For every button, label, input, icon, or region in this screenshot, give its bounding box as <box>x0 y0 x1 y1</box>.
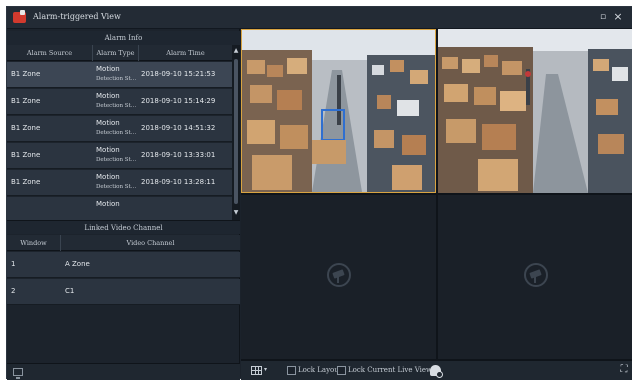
no-camera-icon <box>327 263 351 287</box>
grid-layout-icon[interactable] <box>251 366 262 375</box>
alarm-table-header: Alarm Source Alarm Type Alarm Time <box>7 45 232 61</box>
lock-layout-checkbox[interactable] <box>287 366 296 375</box>
column-alarm-time[interactable]: Alarm Time <box>139 45 232 61</box>
alarm-row[interactable]: Motion <box>7 197 232 220</box>
maximize-icon[interactable]: ▫ <box>598 12 608 22</box>
bottom-toolbar: ▾ Lock Layout Lock Current Live View ⛶ <box>241 360 632 380</box>
alarm-type: Motion <box>96 119 120 127</box>
alarm-list: B1 Zone Motion Detection St… 2018-09-10 15:… <box>7 62 232 220</box>
linked-row[interactable]: 2 C1 <box>7 279 240 305</box>
alarm-type-detail: Detection St… <box>96 103 137 109</box>
alarm-type: Motion <box>96 146 120 154</box>
scroll-down-icon[interactable]: ▼ <box>232 209 240 217</box>
app-logo-icon <box>13 10 26 23</box>
alarm-time: 2018-09-10 13:28:11 <box>141 178 216 186</box>
alarm-row[interactable]: B1 Zone Motion Detection St… 2018-09-10 15:… <box>7 89 232 115</box>
alarm-triggered-view-window: Alarm-triggered View ▫ × Alarm Info Alar… <box>6 6 632 380</box>
alarm-type-detail: Detection St… <box>96 130 137 136</box>
alarm-info-heading: Alarm Info <box>7 31 240 45</box>
alarm-type: Motion <box>96 65 120 73</box>
left-panel: Alarm Info Alarm Source Alarm Type Alarm… <box>7 29 240 380</box>
no-camera-icon <box>524 263 548 287</box>
lock-current-live-view-checkbox[interactable] <box>337 366 346 375</box>
alarm-time: 2018-09-10 13:33:01 <box>141 151 216 159</box>
left-footer <box>7 363 240 380</box>
linked-row[interactable]: 1 A Zone <box>7 252 240 278</box>
alarm-type: Motion <box>96 92 120 100</box>
monitor-icon[interactable] <box>13 368 23 379</box>
scroll-up-icon[interactable]: ▲ <box>232 47 240 55</box>
window-number: 2 <box>11 287 16 295</box>
close-icon[interactable]: × <box>612 11 624 23</box>
window-title: Alarm-triggered View <box>33 12 121 21</box>
person-capture-icon[interactable] <box>430 365 443 378</box>
linked-video-heading: Linked Video Channel <box>7 220 240 234</box>
warehouse-feed-c1 <box>438 29 632 193</box>
column-window[interactable]: Window <box>7 235 61 251</box>
video-window-4[interactable] <box>438 195 632 359</box>
alarm-source: B1 Zone <box>11 70 41 78</box>
scroll-thumb[interactable] <box>234 59 238 204</box>
lock-current-live-view-label: Lock Current Live View <box>348 366 433 374</box>
video-window-1[interactable] <box>241 29 436 193</box>
alarm-source: B1 Zone <box>11 178 41 186</box>
alarm-time: 2018-09-10 15:21:53 <box>141 70 216 78</box>
alarm-type-detail: Detection St… <box>96 76 137 82</box>
alarm-type-detail: Detection St… <box>96 157 137 163</box>
window-number: 1 <box>11 260 16 268</box>
lock-layout-label: Lock Layout <box>298 366 342 374</box>
layout-dropdown-caret[interactable]: ▾ <box>264 366 267 373</box>
video-channel-name: C1 <box>65 287 75 295</box>
alarm-type-detail: Detection St… <box>96 184 137 190</box>
alarm-list-scrollbar[interactable]: ▲ ▼ <box>232 45 240 220</box>
alarm-source: B1 Zone <box>11 151 41 159</box>
alarm-row[interactable]: B1 Zone Motion Detection St… 2018-09-10 14:… <box>7 116 232 142</box>
column-alarm-type[interactable]: Alarm Type <box>93 45 139 61</box>
alarm-time: 2018-09-10 14:51:32 <box>141 124 216 132</box>
video-window-3[interactable] <box>241 195 436 359</box>
alarm-row[interactable]: B1 Zone Motion Detection St… 2018-09-10 13:… <box>7 170 232 196</box>
column-alarm-source[interactable]: Alarm Source <box>7 45 93 61</box>
alarm-type: Motion <box>96 200 120 208</box>
linked-table-header: Window Video Channel <box>7 235 240 251</box>
alarm-row[interactable]: B1 Zone Motion Detection St… 2018-09-10 13:… <box>7 143 232 169</box>
title-bar: Alarm-triggered View ▫ × <box>7 7 632 29</box>
fullscreen-icon[interactable]: ⛶ <box>619 365 629 375</box>
alarm-row[interactable]: B1 Zone Motion Detection St… 2018-09-10 15:… <box>7 62 232 88</box>
video-window-2[interactable] <box>438 29 632 193</box>
warehouse-feed-a-zone <box>242 30 435 192</box>
alarm-source: B1 Zone <box>11 124 41 132</box>
video-grid <box>241 29 632 360</box>
column-video-channel[interactable]: Video Channel <box>61 235 240 251</box>
video-channel-name: A Zone <box>65 260 90 268</box>
alarm-time: 2018-09-10 15:14:29 <box>141 97 216 105</box>
alarm-type: Motion <box>96 173 120 181</box>
alarm-source: B1 Zone <box>11 97 41 105</box>
